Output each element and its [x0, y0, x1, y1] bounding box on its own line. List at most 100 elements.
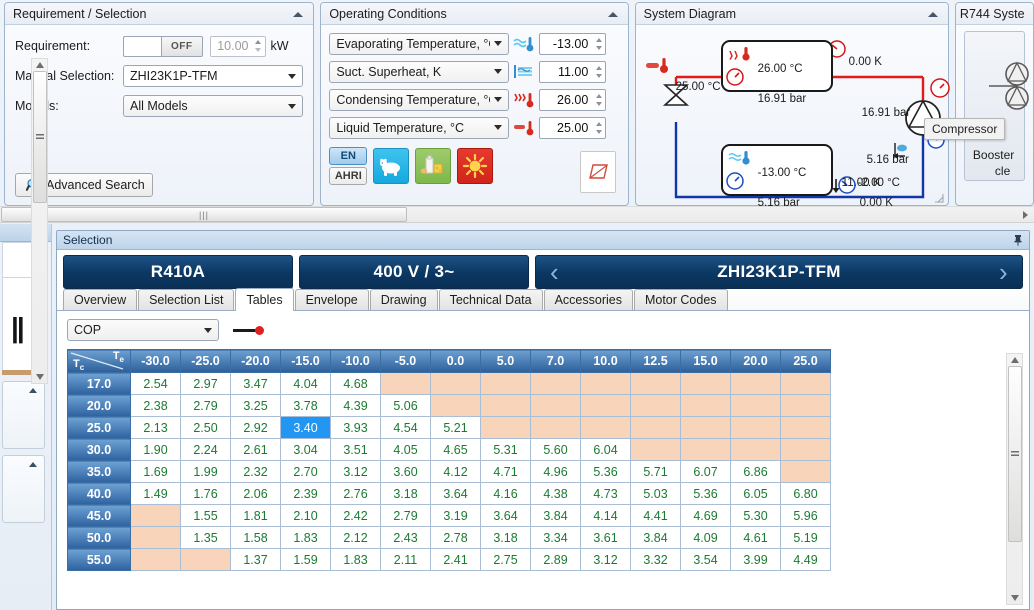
models-dropdown[interactable]: All Models [123, 95, 303, 117]
chevron-down-icon[interactable] [494, 41, 503, 46]
table-cell-empty[interactable] [430, 394, 481, 417]
left-rail-scrollbar[interactable] [31, 58, 48, 384]
table-cell[interactable]: 2.97 [180, 372, 231, 395]
table-cell[interactable]: 1.83 [330, 548, 381, 571]
table-cell-empty[interactable] [580, 372, 631, 395]
table-cell[interactable]: 5.96 [780, 504, 831, 527]
spinner-arrows[interactable] [592, 90, 605, 109]
table-cell[interactable]: 4.71 [480, 460, 531, 483]
table-cell[interactable]: 3.84 [630, 526, 681, 549]
table-cell-empty[interactable] [680, 438, 731, 461]
liquid-temperature-stepper[interactable]: 25.00 [539, 116, 607, 139]
table-cell[interactable]: 4.39 [330, 394, 381, 417]
table-cell-empty[interactable] [680, 394, 731, 417]
table-cell-empty[interactable] [480, 394, 531, 417]
table-cell-selected[interactable]: 3.40 [280, 416, 331, 439]
table-cell[interactable]: 5.06 [380, 394, 431, 417]
liquid-temperature-dropdown[interactable]: Liquid Temperature, °C [329, 116, 510, 139]
table-cell-empty[interactable] [730, 394, 781, 417]
table-cell[interactable]: 3.12 [580, 548, 631, 571]
table-cell[interactable]: 3.34 [530, 526, 581, 549]
chevron-down-icon[interactable] [494, 125, 503, 130]
table-cell[interactable]: 3.78 [280, 394, 331, 417]
system-diagram-header[interactable]: System Diagram [635, 3, 948, 25]
table-cell[interactable]: 2.38 [130, 394, 181, 417]
table-cell-empty[interactable] [680, 372, 731, 395]
previous-model-button[interactable]: ‹ [550, 259, 559, 285]
table-cell[interactable]: 1.76 [180, 482, 231, 505]
high-temperature-application-button[interactable] [457, 148, 494, 184]
table-cell[interactable]: 5.21 [430, 416, 481, 439]
table-cell-empty[interactable] [530, 416, 581, 439]
ph-diagram-button[interactable] [579, 151, 616, 193]
quantity-dropdown[interactable]: COP [67, 319, 219, 341]
collapse-up-icon[interactable] [606, 8, 620, 20]
table-cell[interactable]: 3.47 [230, 372, 281, 395]
table-cell-empty[interactable] [180, 548, 231, 571]
table-cell-empty[interactable] [780, 438, 831, 461]
table-vertical-scrollbar[interactable] [1006, 353, 1023, 605]
table-cell[interactable]: 3.32 [630, 548, 681, 571]
table-cell[interactable]: 5.30 [730, 504, 781, 527]
table-cell[interactable]: 4.38 [530, 482, 581, 505]
table-cell[interactable]: 5.60 [530, 438, 581, 461]
table-cell[interactable]: 2.32 [230, 460, 281, 483]
spinner-down-icon[interactable] [595, 45, 602, 50]
left-rail-group-1[interactable] [2, 381, 45, 449]
table-cell[interactable]: 4.54 [380, 416, 431, 439]
voltage-button[interactable]: 400 V / 3~ [299, 255, 529, 289]
table-cell-empty[interactable] [780, 372, 831, 395]
scroll-right-icon[interactable] [1023, 210, 1028, 219]
table-cell[interactable]: 5.36 [680, 482, 731, 505]
table-cell[interactable]: 4.49 [780, 548, 831, 571]
table-cell[interactable]: 3.84 [530, 504, 581, 527]
table-cell[interactable]: 3.18 [480, 526, 531, 549]
table-cell[interactable]: 1.90 [130, 438, 181, 461]
evaporating-temperature-dropdown[interactable]: Evaporating Temperature, °C [329, 32, 510, 55]
resize-grip-icon[interactable] [934, 193, 944, 203]
evaporating-temperature-stepper[interactable]: -13.00 [539, 32, 607, 55]
tab-tables[interactable]: Tables [235, 288, 294, 311]
table-scroll-thumb[interactable] [1007, 366, 1022, 542]
table-cell[interactable]: 2.79 [180, 394, 231, 417]
table-cell[interactable]: 5.19 [780, 526, 831, 549]
tab-technical-data[interactable]: Technical Data [438, 289, 543, 310]
r744-panel-header[interactable]: R744 Syste [955, 3, 1033, 25]
condensing-temperature-dropdown[interactable]: Condensing Temperature, °C [329, 88, 510, 111]
table-cell[interactable]: 4.04 [280, 372, 331, 395]
tab-selection-list[interactable]: Selection List [138, 289, 235, 310]
table-cell[interactable]: 4.12 [430, 460, 481, 483]
spinner-arrows[interactable] [592, 34, 605, 53]
booster-cycle-tile[interactable]: Booster cle [963, 31, 1029, 181]
table-cell[interactable]: 2.75 [480, 548, 531, 571]
table-cell[interactable]: 1.49 [130, 482, 181, 505]
low-temperature-application-button[interactable] [373, 148, 410, 184]
scroll-up-icon[interactable] [35, 62, 44, 68]
table-cell[interactable]: 4.16 [480, 482, 531, 505]
table-cell-empty[interactable] [630, 394, 681, 417]
medium-temperature-application-button[interactable] [415, 148, 452, 184]
chevron-down-icon[interactable] [494, 97, 503, 102]
table-cell-empty[interactable] [730, 372, 781, 395]
chevron-down-icon[interactable] [288, 73, 296, 79]
table-cell[interactable]: 3.61 [580, 526, 631, 549]
table-cell-empty[interactable] [480, 416, 531, 439]
requirement-off-toggle[interactable]: OFF [161, 35, 203, 57]
table-cell-empty[interactable] [730, 438, 781, 461]
table-cell[interactable]: 2.70 [280, 460, 331, 483]
table-cell-empty[interactable] [380, 372, 431, 395]
requirement-panel-header[interactable]: Requirement / Selection [5, 3, 314, 25]
table-cell[interactable]: 2.43 [380, 526, 431, 549]
table-cell[interactable]: 1.81 [230, 504, 281, 527]
spinner-down-icon[interactable] [595, 73, 602, 78]
refrigerant-button[interactable]: R410A [63, 255, 293, 289]
table-cell[interactable]: 4.61 [730, 526, 781, 549]
table-cell[interactable]: 6.80 [780, 482, 831, 505]
table-cell[interactable]: 1.99 [180, 460, 231, 483]
spinner-down-icon[interactable] [595, 129, 602, 134]
table-cell[interactable]: 4.68 [330, 372, 381, 395]
spinner-up-icon[interactable] [595, 93, 602, 98]
table-cell[interactable]: 3.12 [330, 460, 381, 483]
table-cell[interactable]: 1.55 [180, 504, 231, 527]
table-cell[interactable]: 1.37 [230, 548, 281, 571]
